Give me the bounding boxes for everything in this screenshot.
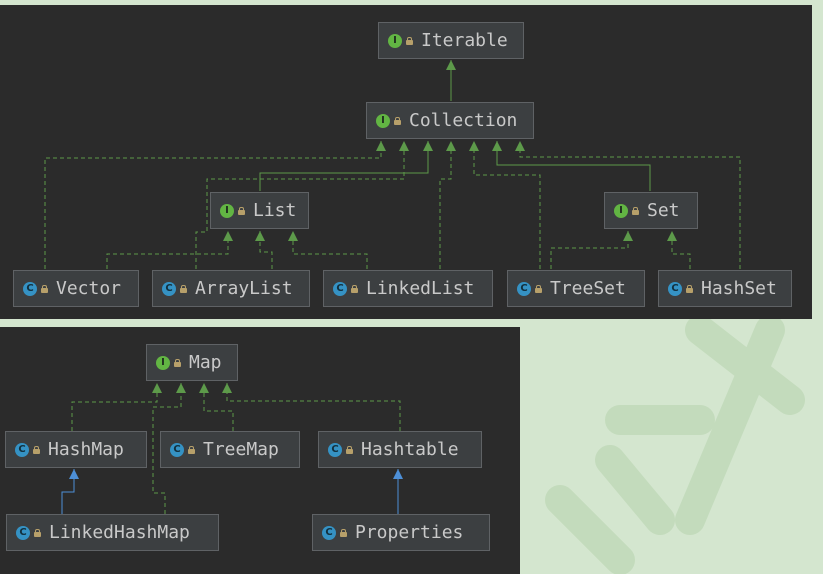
node-label: TreeSet <box>550 278 626 299</box>
treeset-node[interactable]: C TreeSet <box>507 270 645 307</box>
lock-icon <box>632 206 639 215</box>
interface-icon: I <box>614 203 628 218</box>
map-hierarchy-panel: I Map C HashMap C TreeMap C Hashtable C … <box>0 327 520 574</box>
edge-set-collection <box>492 141 651 191</box>
class-icon: C <box>517 281 531 296</box>
vector-node[interactable]: C Vector <box>13 270 139 307</box>
interface-icon: I <box>388 33 402 48</box>
node-label: Hashtable <box>361 439 459 460</box>
interface-icon: I <box>376 113 390 128</box>
lock-icon <box>33 445 40 454</box>
linkedlist-node[interactable]: C LinkedList <box>323 270 493 307</box>
edge-treeset-collection <box>469 141 541 269</box>
node-label: Map <box>189 352 222 373</box>
interface-icon: I <box>220 203 234 218</box>
lock-icon <box>34 528 41 537</box>
edge-list-collection <box>259 141 433 191</box>
edge-linkedhashmap-hashmap <box>61 469 79 514</box>
node-label: Vector <box>56 278 122 299</box>
interface-icon: I <box>156 355 170 370</box>
class-icon: C <box>333 281 347 296</box>
node-label: LinkedList <box>366 278 475 299</box>
iterable-node[interactable]: I Iterable <box>378 22 524 59</box>
node-label: HashSet <box>701 278 777 299</box>
lock-icon <box>686 284 693 293</box>
list-node[interactable]: I List <box>210 192 309 229</box>
node-label: HashMap <box>48 439 124 460</box>
node-label: Properties <box>355 522 464 543</box>
class-icon: C <box>668 281 682 296</box>
class-icon: C <box>328 442 342 457</box>
treemap-node[interactable]: C TreeMap <box>160 431 300 468</box>
class-icon: C <box>322 525 336 540</box>
node-label: Collection <box>409 110 518 131</box>
node-label: Iterable <box>421 30 508 51</box>
node-label: LinkedHashMap <box>49 522 190 543</box>
edge-hashmap-map <box>71 383 162 431</box>
class-icon: C <box>15 442 29 457</box>
lock-icon <box>535 284 542 293</box>
node-label: List <box>253 200 297 221</box>
linkedhashmap-node[interactable]: C LinkedHashMap <box>6 514 219 551</box>
class-icon: C <box>16 525 30 540</box>
lock-icon <box>180 284 187 293</box>
lock-icon <box>340 528 347 537</box>
node-label: Set <box>647 200 680 221</box>
edge-hashtable-map <box>222 383 401 431</box>
properties-node[interactable]: C Properties <box>312 514 490 551</box>
class-icon: C <box>23 281 37 296</box>
edge-linkedlist-list <box>288 231 368 269</box>
lock-icon <box>174 358 181 367</box>
lock-icon <box>351 284 358 293</box>
edge-arraylist-list <box>255 231 273 269</box>
collection-hierarchy-panel: I Iterable I Collection I List I Set C V… <box>0 5 812 319</box>
class-icon: C <box>170 442 184 457</box>
node-label: ArrayList <box>195 278 293 299</box>
class-icon: C <box>162 281 176 296</box>
collection-node[interactable]: I Collection <box>366 102 534 139</box>
lock-icon <box>346 445 353 454</box>
hashmap-node[interactable]: C HashMap <box>5 431 147 468</box>
arraylist-node[interactable]: C ArrayList <box>152 270 310 307</box>
lock-icon <box>394 116 401 125</box>
lock-icon <box>238 206 245 215</box>
edge-treemap-map <box>199 383 234 431</box>
edge-hashset-set <box>667 231 691 269</box>
lock-icon <box>188 445 195 454</box>
hashtable-node[interactable]: C Hashtable <box>318 431 482 468</box>
set-node[interactable]: I Set <box>604 192 698 229</box>
edge-treeset-set <box>550 231 633 269</box>
node-label: TreeMap <box>203 439 279 460</box>
map-node[interactable]: I Map <box>146 344 238 381</box>
lock-icon <box>41 284 48 293</box>
edge-vector-list <box>106 231 233 269</box>
lock-icon <box>406 36 413 45</box>
edge-linkedlist-collection <box>439 141 456 269</box>
hashset-node[interactable]: C HashSet <box>658 270 792 307</box>
